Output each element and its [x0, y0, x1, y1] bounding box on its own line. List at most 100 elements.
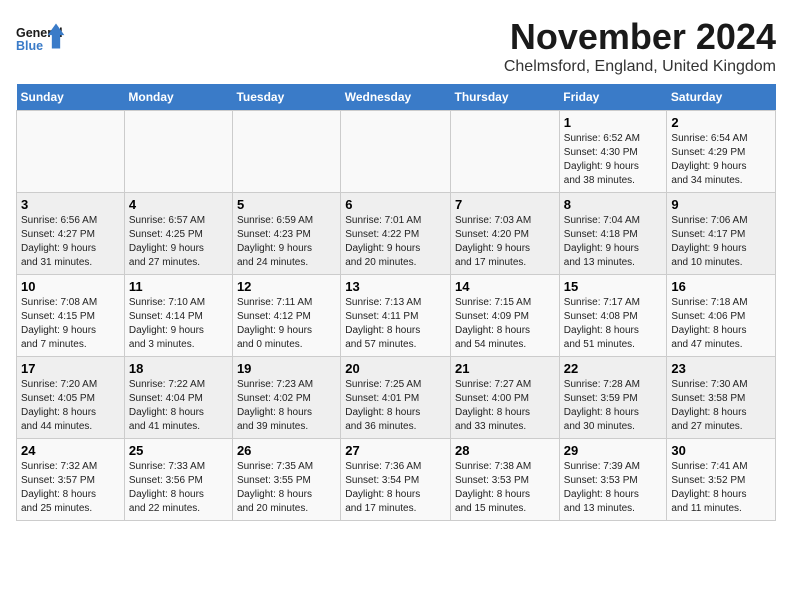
calendar-week-row: 10 Sunrise: 7:08 AM Sunset: 4:15 PM Dayli…	[17, 275, 776, 357]
day-number: 18	[129, 361, 228, 376]
day-number: 30	[671, 443, 771, 458]
day-number: 10	[21, 279, 120, 294]
weekday-header: Monday	[124, 84, 232, 111]
day-detail: Sunrise: 7:28 AM Sunset: 3:59 PM Dayligh…	[564, 378, 663, 434]
day-number: 6	[345, 197, 446, 212]
calendar-cell: 25Sunrise: 7:33 AM Sunset: 3:56 PM Dayli…	[124, 439, 232, 521]
day-detail: Sunrise: 7:22 AM Sunset: 4:04 PM Dayligh…	[129, 378, 228, 434]
calendar-cell	[451, 111, 560, 193]
weekday-header: Sunday	[17, 84, 125, 111]
title-area: November 2024 Chelmsford, England, Unite…	[504, 16, 776, 76]
location: Chelmsford, England, United Kingdom	[504, 58, 776, 76]
svg-text:Blue: Blue	[16, 39, 43, 53]
calendar-cell: 11 Sunrise: 7:10 AM Sunset: 4:14 PM Dayli…	[124, 275, 232, 357]
day-detail: Sunrise: 7:32 AM Sunset: 3:57 PM Dayligh…	[21, 460, 120, 516]
calendar-cell: 12Sunrise: 7:11 AM Sunset: 4:12 PM Dayli…	[232, 275, 340, 357]
weekday-header: Saturday	[667, 84, 776, 111]
day-detail: Sunrise: 7:27 AM Sunset: 4:00 PM Dayligh…	[455, 378, 555, 434]
calendar-cell: 30 Sunrise: 7:41 AM Sunset: 3:52 PM Dayli…	[667, 439, 776, 521]
calendar-cell	[341, 111, 451, 193]
day-detail: Sunrise: 7:11 AM Sunset: 4:12 PM Dayligh…	[237, 296, 336, 352]
day-number: 17	[21, 361, 120, 376]
day-detail: Sunrise: 7:41 AM Sunset: 3:52 PM Dayligh…	[671, 460, 771, 516]
logo: General Blue	[16, 16, 66, 66]
calendar-cell: 19 Sunrise: 7:23 AM Sunset: 4:02 PM Dayli…	[232, 357, 340, 439]
calendar-week-row: 17 Sunrise: 7:20 AM Sunset: 4:05 PM Dayli…	[17, 357, 776, 439]
calendar-cell: 26 Sunrise: 7:35 AM Sunset: 3:55 PM Dayli…	[232, 439, 340, 521]
calendar-cell: 1Sunrise: 6:52 AM Sunset: 4:30 PM Daylig…	[559, 111, 667, 193]
day-detail: Sunrise: 7:35 AM Sunset: 3:55 PM Dayligh…	[237, 460, 336, 516]
day-number: 22	[564, 361, 663, 376]
calendar-cell: 21 Sunrise: 7:27 AM Sunset: 4:00 PM Dayli…	[451, 357, 560, 439]
calendar-cell	[232, 111, 340, 193]
day-detail: Sunrise: 7:03 AM Sunset: 4:20 PM Dayligh…	[455, 214, 555, 270]
weekday-header: Thursday	[451, 84, 560, 111]
day-detail: Sunrise: 7:04 AM Sunset: 4:18 PM Dayligh…	[564, 214, 663, 270]
day-detail: Sunrise: 7:25 AM Sunset: 4:01 PM Dayligh…	[345, 378, 446, 434]
calendar-cell: 20 Sunrise: 7:25 AM Sunset: 4:01 PM Dayli…	[341, 357, 451, 439]
calendar-cell: 29Sunrise: 7:39 AM Sunset: 3:53 PM Dayli…	[559, 439, 667, 521]
day-number: 1	[564, 115, 663, 130]
day-detail: Sunrise: 7:10 AM Sunset: 4:14 PM Dayligh…	[129, 296, 228, 352]
day-detail: Sunrise: 7:39 AM Sunset: 3:53 PM Dayligh…	[564, 460, 663, 516]
day-number: 26	[237, 443, 336, 458]
day-number: 5	[237, 197, 336, 212]
calendar-cell: 5 Sunrise: 6:59 AM Sunset: 4:23 PM Daylig…	[232, 193, 340, 275]
calendar-cell: 2 Sunrise: 6:54 AM Sunset: 4:29 PM Daylig…	[667, 111, 776, 193]
calendar-table: SundayMondayTuesdayWednesdayThursdayFrid…	[16, 84, 776, 521]
calendar-cell	[17, 111, 125, 193]
calendar-cell: 17 Sunrise: 7:20 AM Sunset: 4:05 PM Dayli…	[17, 357, 125, 439]
day-number: 8	[564, 197, 663, 212]
day-number: 13	[345, 279, 446, 294]
calendar-cell: 7Sunrise: 7:03 AM Sunset: 4:20 PM Daylig…	[451, 193, 560, 275]
day-detail: Sunrise: 7:13 AM Sunset: 4:11 PM Dayligh…	[345, 296, 446, 352]
weekday-header-row: SundayMondayTuesdayWednesdayThursdayFrid…	[17, 84, 776, 111]
day-detail: Sunrise: 6:57 AM Sunset: 4:25 PM Dayligh…	[129, 214, 228, 270]
day-detail: Sunrise: 7:18 AM Sunset: 4:06 PM Dayligh…	[671, 296, 771, 352]
page-header: General Blue November 2024 Chelmsford, E…	[16, 16, 776, 76]
weekday-header: Friday	[559, 84, 667, 111]
day-detail: Sunrise: 7:06 AM Sunset: 4:17 PM Dayligh…	[671, 214, 771, 270]
calendar-cell: 10 Sunrise: 7:08 AM Sunset: 4:15 PM Dayli…	[17, 275, 125, 357]
calendar-week-row: 1Sunrise: 6:52 AM Sunset: 4:30 PM Daylig…	[17, 111, 776, 193]
day-number: 20	[345, 361, 446, 376]
calendar-cell: 6 Sunrise: 7:01 AM Sunset: 4:22 PM Daylig…	[341, 193, 451, 275]
calendar-cell: 4 Sunrise: 6:57 AM Sunset: 4:25 PM Daylig…	[124, 193, 232, 275]
day-detail: Sunrise: 7:20 AM Sunset: 4:05 PM Dayligh…	[21, 378, 120, 434]
day-number: 15	[564, 279, 663, 294]
calendar-cell: 8 Sunrise: 7:04 AM Sunset: 4:18 PM Daylig…	[559, 193, 667, 275]
day-detail: Sunrise: 7:30 AM Sunset: 3:58 PM Dayligh…	[671, 378, 771, 434]
day-number: 11	[129, 279, 228, 294]
weekday-header: Tuesday	[232, 84, 340, 111]
day-detail: Sunrise: 7:23 AM Sunset: 4:02 PM Dayligh…	[237, 378, 336, 434]
day-number: 16	[671, 279, 771, 294]
day-number: 2	[671, 115, 771, 130]
calendar-cell: 22 Sunrise: 7:28 AM Sunset: 3:59 PM Dayli…	[559, 357, 667, 439]
day-number: 9	[671, 197, 771, 212]
day-number: 21	[455, 361, 555, 376]
day-number: 3	[21, 197, 120, 212]
day-detail: Sunrise: 6:54 AM Sunset: 4:29 PM Dayligh…	[671, 132, 771, 188]
day-number: 25	[129, 443, 228, 458]
day-number: 4	[129, 197, 228, 212]
calendar-cell: 16 Sunrise: 7:18 AM Sunset: 4:06 PM Dayli…	[667, 275, 776, 357]
calendar-week-row: 24 Sunrise: 7:32 AM Sunset: 3:57 PM Dayli…	[17, 439, 776, 521]
calendar-cell: 14 Sunrise: 7:15 AM Sunset: 4:09 PM Dayli…	[451, 275, 560, 357]
day-number: 19	[237, 361, 336, 376]
day-detail: Sunrise: 6:56 AM Sunset: 4:27 PM Dayligh…	[21, 214, 120, 270]
weekday-header: Wednesday	[341, 84, 451, 111]
calendar-cell: 18 Sunrise: 7:22 AM Sunset: 4:04 PM Dayli…	[124, 357, 232, 439]
day-detail: Sunrise: 6:59 AM Sunset: 4:23 PM Dayligh…	[237, 214, 336, 270]
day-detail: Sunrise: 7:08 AM Sunset: 4:15 PM Dayligh…	[21, 296, 120, 352]
day-detail: Sunrise: 7:01 AM Sunset: 4:22 PM Dayligh…	[345, 214, 446, 270]
calendar-cell: 27Sunrise: 7:36 AM Sunset: 3:54 PM Dayli…	[341, 439, 451, 521]
calendar-cell	[124, 111, 232, 193]
day-detail: Sunrise: 7:38 AM Sunset: 3:53 PM Dayligh…	[455, 460, 555, 516]
calendar-cell: 3 Sunrise: 6:56 AM Sunset: 4:27 PM Daylig…	[17, 193, 125, 275]
day-detail: Sunrise: 7:36 AM Sunset: 3:54 PM Dayligh…	[345, 460, 446, 516]
day-detail: Sunrise: 7:15 AM Sunset: 4:09 PM Dayligh…	[455, 296, 555, 352]
day-number: 24	[21, 443, 120, 458]
day-number: 14	[455, 279, 555, 294]
calendar-cell: 23Sunrise: 7:30 AM Sunset: 3:58 PM Dayli…	[667, 357, 776, 439]
calendar-cell: 28Sunrise: 7:38 AM Sunset: 3:53 PM Dayli…	[451, 439, 560, 521]
